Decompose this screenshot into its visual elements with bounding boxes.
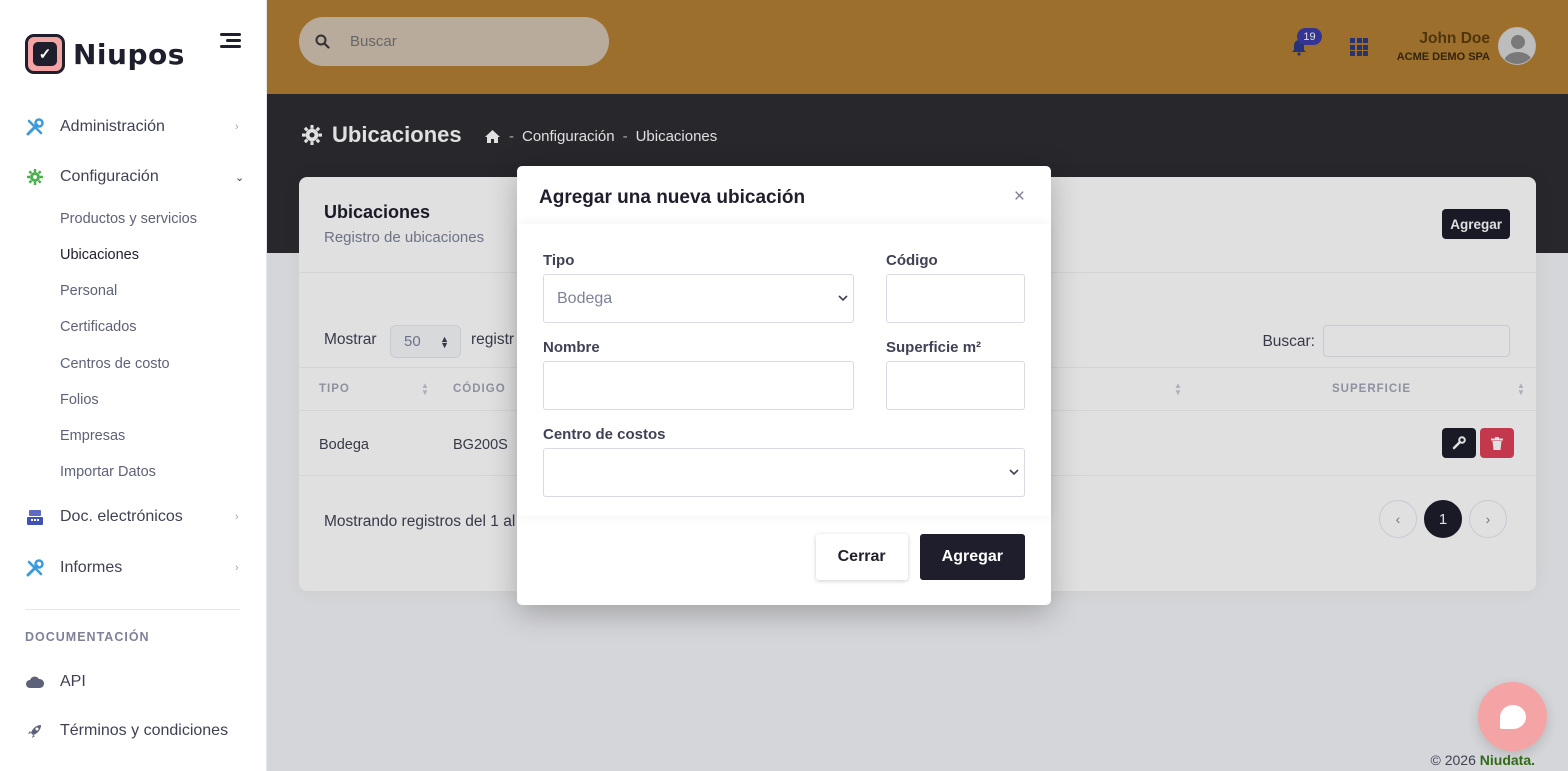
rocket-icon: [25, 721, 45, 741]
cloud-icon: [25, 672, 45, 692]
tipo-select[interactable]: Bodega: [543, 274, 854, 323]
chat-launcher-button[interactable]: [1478, 682, 1547, 751]
gear-icon: [25, 167, 45, 187]
sidebar-divider: [25, 609, 240, 610]
centro-costos-select[interactable]: [543, 448, 1025, 497]
subitem-certificados[interactable]: Certificados: [60, 319, 137, 335]
doc-heading: DOCUMENTACIÓN: [25, 630, 150, 644]
subitem-centros-costo[interactable]: Centros de costo: [60, 356, 170, 372]
sidebar-item-label: Doc. electrónicos: [60, 508, 183, 525]
close-icon[interactable]: ×: [1014, 186, 1025, 208]
sidebar-item-label: Administración: [60, 118, 165, 135]
sidebar-item-informes[interactable]: Informes ›: [25, 553, 245, 583]
superficie-input[interactable]: [886, 361, 1025, 410]
footer-copyright: © 2026: [1430, 752, 1476, 768]
add-location-modal: Agregar una nueva ubicación × Tipo Bodeg…: [517, 166, 1051, 605]
sidebar: ✓ Niupos Administración › Configuración …: [0, 0, 267, 771]
chevron-down-icon: [838, 295, 848, 302]
subitem-ubicaciones[interactable]: Ubicaciones: [60, 247, 139, 263]
tipo-value: Bodega: [557, 289, 613, 307]
logo-text: Niupos: [73, 37, 185, 71]
subitem-importar[interactable]: Importar Datos: [60, 464, 156, 480]
menu-toggle-icon[interactable]: [220, 33, 242, 51]
codigo-input[interactable]: [886, 274, 1025, 323]
modal-title: Agregar una nueva ubicación: [539, 187, 806, 208]
chevron-down-icon: ⌄: [235, 171, 245, 184]
sidebar-item-administracion[interactable]: Administración ›: [25, 112, 245, 142]
subitem-productos[interactable]: Productos y servicios: [60, 211, 197, 227]
chevron-right-icon: ›: [235, 511, 239, 523]
sidebar-item-label: API: [60, 673, 86, 690]
subitem-personal[interactable]: Personal: [60, 283, 117, 299]
superficie-label: Superficie m²: [886, 339, 982, 356]
footer-brand-link[interactable]: Niudata.: [1480, 752, 1535, 768]
chat-bubble-icon: [1499, 704, 1526, 729]
logo-icon: ✓: [25, 34, 65, 74]
subitem-empresas[interactable]: Empresas: [60, 428, 125, 444]
subitem-folios[interactable]: Folios: [60, 392, 99, 408]
sidebar-item-label: Configuración: [60, 168, 159, 185]
sidebar-item-doc-electronicos[interactable]: Doc. electrónicos ›: [25, 502, 245, 532]
sidebar-item-label: Informes: [60, 559, 123, 576]
tipo-label: Tipo: [543, 252, 575, 269]
sidebar-item-configuracion[interactable]: Configuración ⌄: [25, 162, 245, 192]
nombre-label: Nombre: [543, 339, 600, 356]
footer: © 2026 Niudata.: [1431, 752, 1535, 768]
nombre-input[interactable]: [543, 361, 854, 410]
tools-icon: [25, 117, 45, 137]
logo[interactable]: ✓ Niupos: [25, 34, 185, 74]
modal-footer: Cerrar Agregar: [815, 534, 1025, 580]
cash-register-icon: [25, 507, 45, 527]
submit-button[interactable]: Agregar: [919, 534, 1025, 580]
sidebar-item-api[interactable]: API: [25, 667, 245, 697]
chevron-right-icon: ›: [235, 562, 239, 574]
modal-body: Tipo Bodega Código Nombre Superficie m² …: [517, 224, 1051, 516]
sidebar-item-terminos[interactable]: Términos y condiciones: [25, 716, 245, 746]
chevron-right-icon: ›: [235, 121, 239, 133]
tools-icon: [25, 558, 45, 578]
chevron-down-icon: [1009, 469, 1019, 476]
centro-costos-label: Centro de costos: [543, 426, 666, 443]
sidebar-item-label: Términos y condiciones: [60, 722, 229, 739]
codigo-label: Código: [886, 252, 938, 269]
cancel-button[interactable]: Cerrar: [815, 534, 908, 580]
